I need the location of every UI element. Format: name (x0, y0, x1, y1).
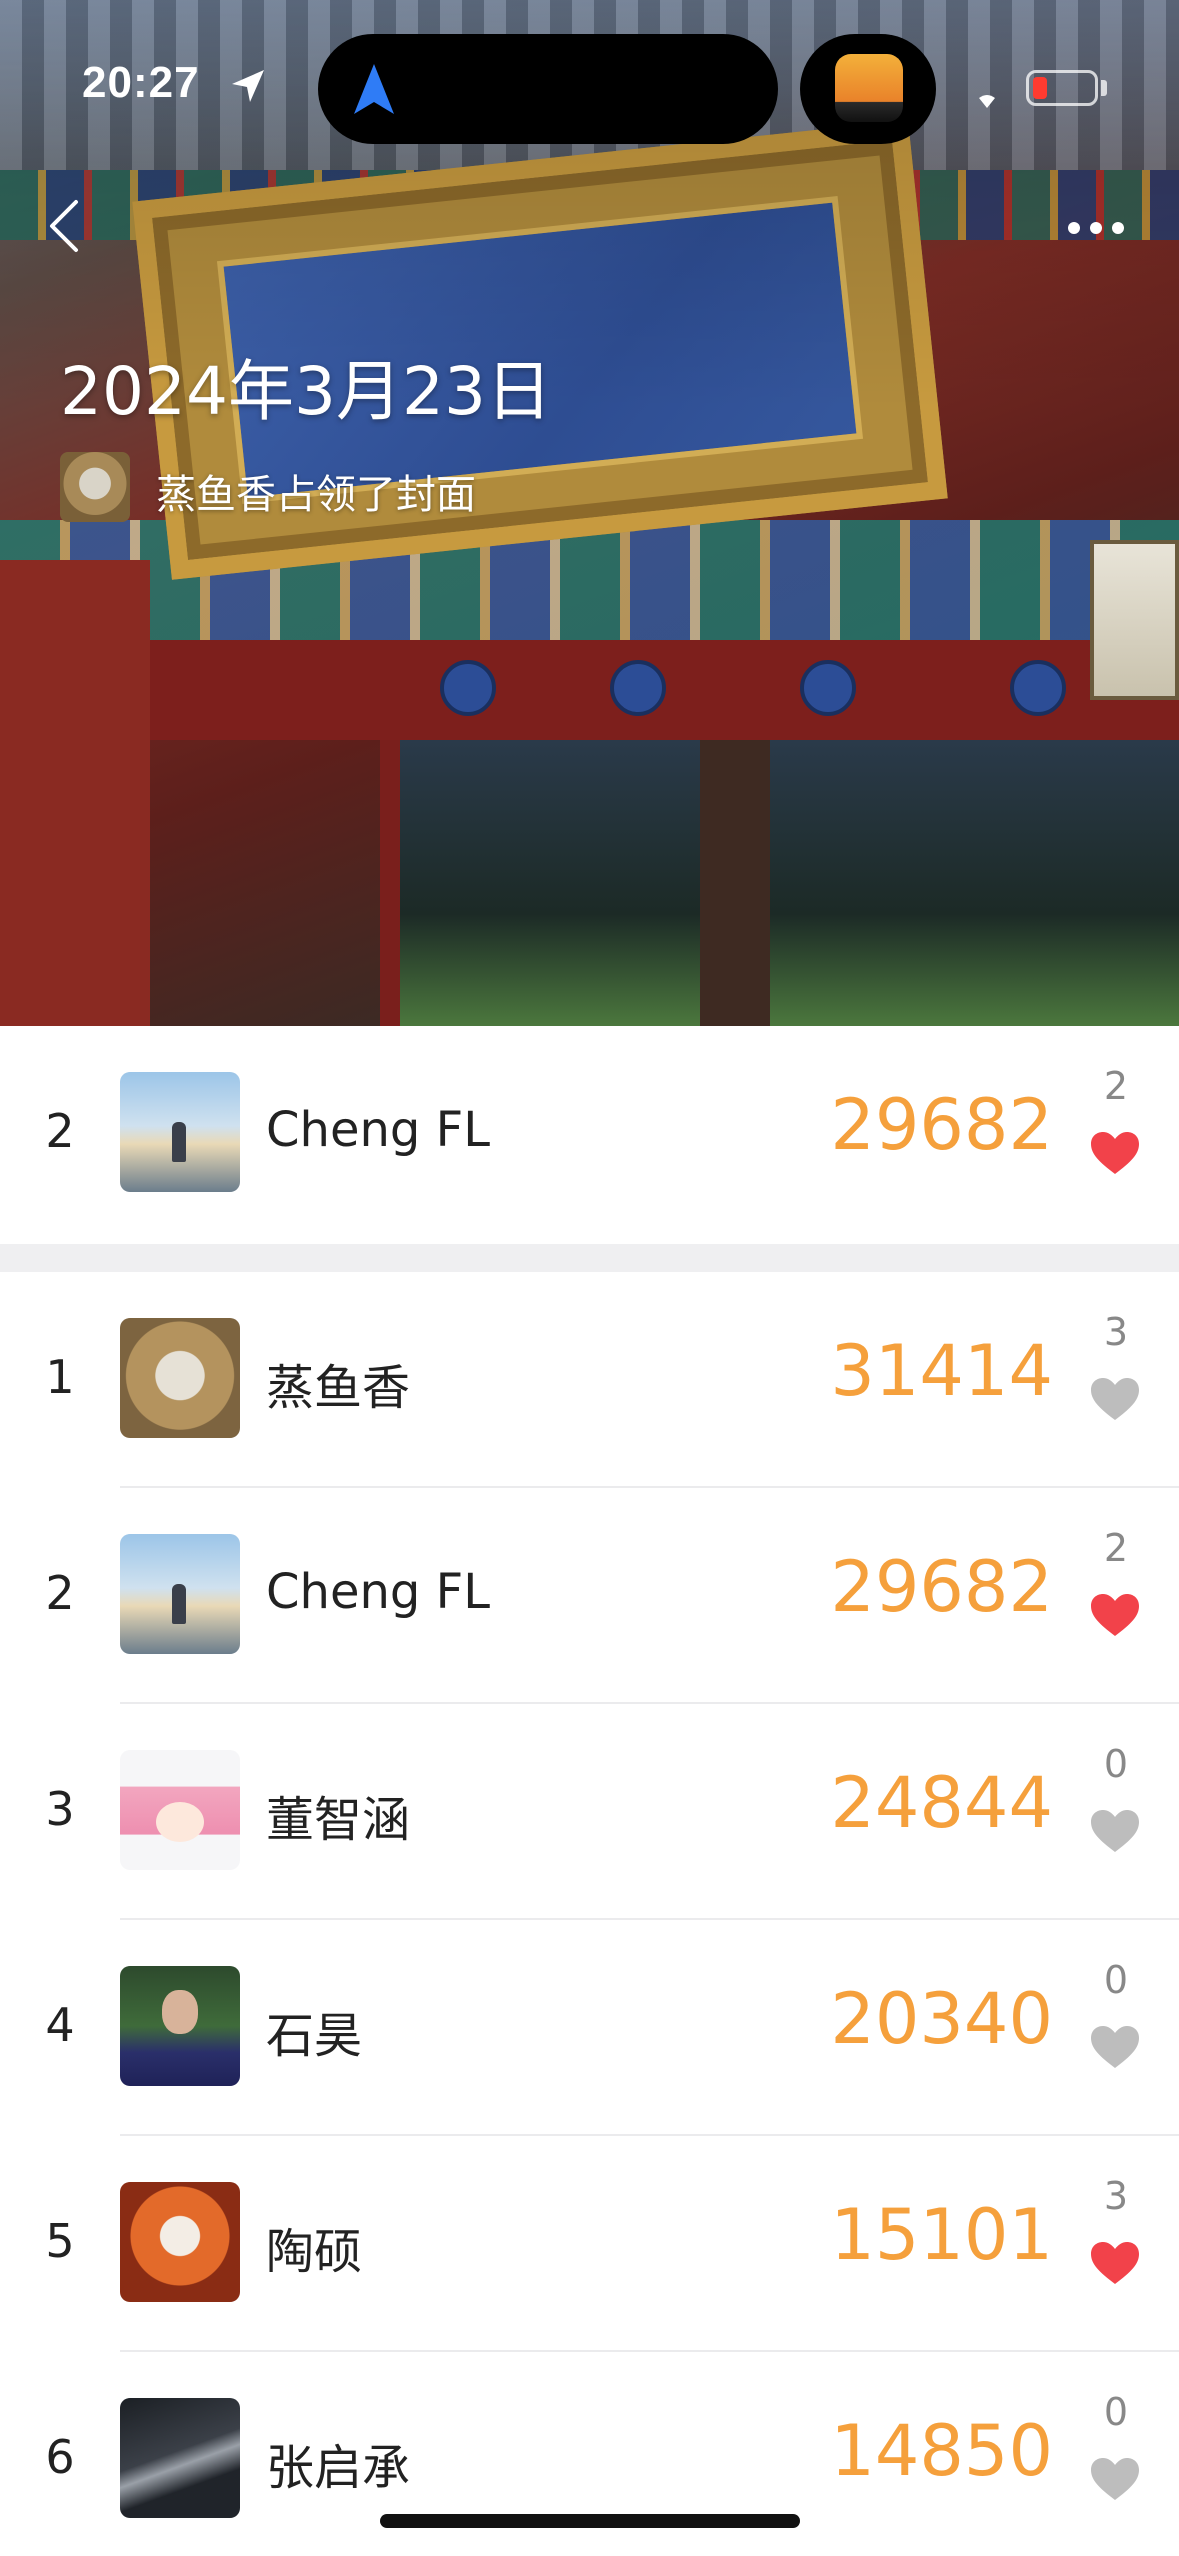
home-indicator (380, 2514, 800, 2528)
like-count: 0 (1103, 1958, 1129, 2002)
status-time: 20:27 (82, 58, 200, 107)
cover-owner-avatar[interactable] (60, 452, 130, 522)
more-dot (1090, 222, 1102, 234)
cover-owner-text: 蒸鱼香占领了封面 (156, 472, 476, 518)
like-count: 3 (1103, 2174, 1129, 2218)
battery-nub (1101, 80, 1107, 96)
user-name: 石昊 (266, 2008, 363, 2064)
avatar[interactable] (120, 1750, 240, 1870)
rank-number: 1 (45, 1350, 75, 1404)
section-divider (0, 1244, 1179, 1272)
step-count: 29682 (830, 1546, 1053, 1628)
avatar[interactable] (120, 1318, 240, 1438)
battery-level (1033, 77, 1047, 99)
avatar[interactable] (120, 2182, 240, 2302)
like-count: 0 (1103, 1742, 1129, 1786)
heart-icon[interactable] (1089, 2240, 1141, 2286)
more-dot (1068, 222, 1080, 234)
step-count: 24844 (830, 1762, 1053, 1844)
avatar[interactable] (120, 1072, 240, 1192)
navigation-arrow-icon (354, 64, 394, 114)
rank-number: 6 (45, 2430, 75, 2484)
user-name: 陶硕 (266, 2224, 363, 2280)
avatar[interactable] (120, 1534, 240, 1654)
like-count: 2 (1103, 1064, 1129, 1108)
wifi-icon (979, 95, 995, 108)
heart-icon[interactable] (1089, 2456, 1141, 2502)
step-count: 31414 (830, 1330, 1053, 1412)
heart-icon[interactable] (1089, 1592, 1141, 1638)
step-count: 14850 (830, 2410, 1053, 2492)
rank-number: 2 (45, 1566, 75, 1620)
user-name: 张启承 (266, 2440, 411, 2496)
user-name: Cheng FL (266, 1564, 490, 1620)
user-name: 蒸鱼香 (266, 1360, 411, 1416)
back-chevron-icon[interactable] (42, 196, 86, 256)
leaderboard-row[interactable]: 5 陶硕 15101 3 (0, 2136, 1179, 2352)
my-ranking-card[interactable]: 2 Cheng FL 29682 2 (0, 1026, 1179, 1244)
like-count: 2 (1103, 1526, 1129, 1570)
heart-icon[interactable] (1089, 1130, 1141, 1176)
heart-icon[interactable] (1089, 1808, 1141, 1854)
leaderboard-row[interactable]: 3 董智涵 24844 0 (0, 1704, 1179, 1920)
rank-number: 5 (45, 2214, 75, 2268)
location-arrow-icon (232, 70, 264, 102)
user-name: 董智涵 (266, 1792, 411, 1848)
avatar[interactable] (120, 1966, 240, 2086)
leaderboard-row[interactable]: 2 Cheng FL 29682 2 (0, 1488, 1179, 1704)
rank-number: 4 (45, 1998, 75, 2052)
like-count: 3 (1103, 1310, 1129, 1354)
heart-icon[interactable] (1089, 2024, 1141, 2070)
leaderboard-row[interactable]: 4 石昊 20340 0 (0, 1920, 1179, 2136)
step-count: 15101 (830, 2194, 1053, 2276)
more-options-button[interactable] (1062, 212, 1132, 242)
my-ranking-row[interactable]: 2 Cheng FL 29682 2 (0, 1026, 1179, 1242)
app-thumbnail-icon (835, 54, 903, 122)
rank-number: 2 (45, 1104, 75, 1158)
battery-icon (1026, 70, 1098, 106)
leaderboard-row[interactable]: 1 蒸鱼香 31414 3 (0, 1272, 1179, 1488)
avatar[interactable] (120, 2398, 240, 2518)
more-dot (1112, 222, 1124, 234)
step-count: 20340 (830, 1978, 1053, 2060)
user-name: Cheng FL (266, 1102, 490, 1158)
like-count: 0 (1103, 2390, 1129, 2434)
rank-number: 3 (45, 1782, 75, 1836)
heart-icon[interactable] (1089, 1376, 1141, 1422)
step-count: 29682 (830, 1084, 1053, 1166)
cover-date: 2024年3月23日 (60, 353, 552, 430)
